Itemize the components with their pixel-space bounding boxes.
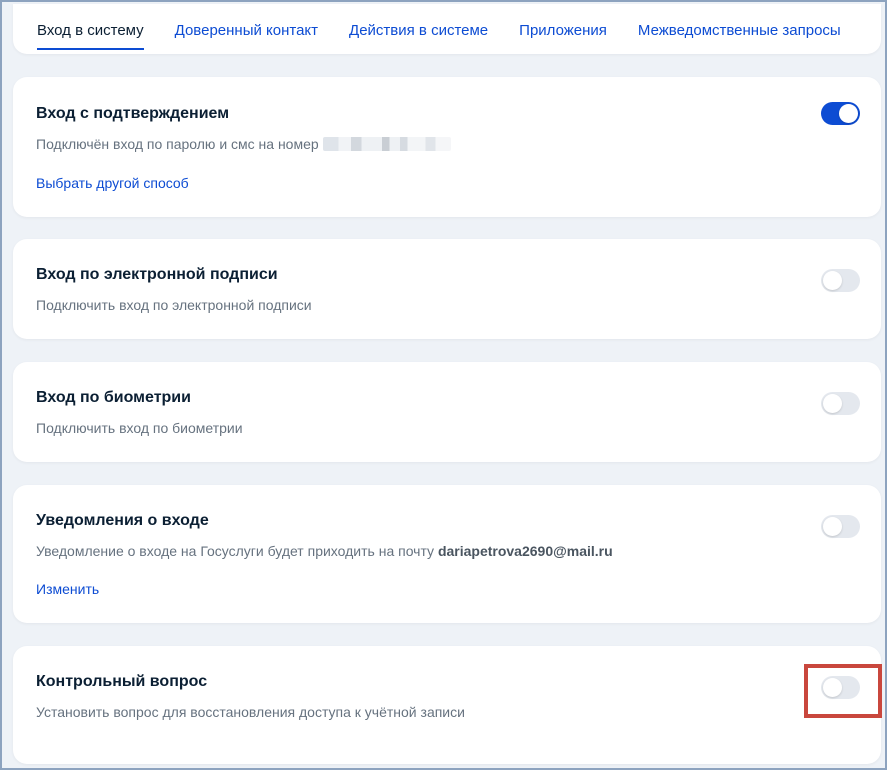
card-description: Уведомление о входе на Госуслуги будет п… [36, 543, 613, 559]
highlight-box [804, 664, 882, 718]
card-title: Вход по электронной подписи [36, 266, 278, 283]
card-description-text: Подключён вход по паролю и смс на номер [36, 136, 319, 152]
tab-interagency-requests[interactable]: Межведомственные запросы [638, 4, 841, 50]
card-title: Вход с подтверждением [36, 105, 230, 122]
tab-trusted-contact[interactable]: Доверенный контакт [175, 4, 318, 50]
tabs-bar: Вход в систему Доверенный контакт Действ… [13, 4, 881, 54]
card-description: Подключить вход по биометрии [36, 420, 243, 436]
card-esign-login: Вход по электронной подписи Подключить в… [13, 239, 881, 339]
card-security-question: Контрольный вопрос Установить вопрос для… [13, 646, 881, 764]
tab-login[interactable]: Вход в систему [37, 4, 144, 50]
card-biometry-login: Вход по биометрии Подключить вход по био… [13, 362, 881, 462]
masked-phone-number [322, 137, 451, 151]
card-title: Контрольный вопрос [36, 673, 208, 690]
card-description: Подключён вход по паролю и смс на номер [36, 136, 451, 152]
card-title: Уведомления о входе [36, 512, 209, 529]
biometry-login-toggle[interactable] [821, 392, 860, 415]
card-title: Вход по биометрии [36, 389, 191, 406]
choose-other-method-link[interactable]: Выбрать другой способ [36, 175, 189, 191]
tab-system-actions[interactable]: Действия в системе [349, 4, 488, 50]
card-login-notifications: Уведомления о входе Уведомление о входе … [13, 485, 881, 623]
card-description: Установить вопрос для восстановления дос… [36, 704, 465, 720]
esign-login-toggle[interactable] [821, 269, 860, 292]
card-description: Подключить вход по электронной подписи [36, 297, 312, 313]
notification-email: dariapetrova2690@mail.ru [437, 543, 613, 559]
change-email-link[interactable]: Изменить [36, 581, 99, 597]
card-confirmed-login: Вход с подтверждением Подключён вход по … [13, 77, 881, 217]
toggle-knob [823, 517, 842, 536]
confirmed-login-toggle[interactable] [821, 102, 860, 125]
tab-applications[interactable]: Приложения [519, 4, 607, 50]
toggle-knob [839, 104, 858, 123]
card-description-text: Уведомление о входе на Госуслуги будет п… [36, 543, 435, 559]
login-notifications-toggle[interactable] [821, 515, 860, 538]
toggle-knob [823, 271, 842, 290]
toggle-knob [823, 394, 842, 413]
page-frame: Вход в систему Доверенный контакт Действ… [0, 0, 887, 770]
